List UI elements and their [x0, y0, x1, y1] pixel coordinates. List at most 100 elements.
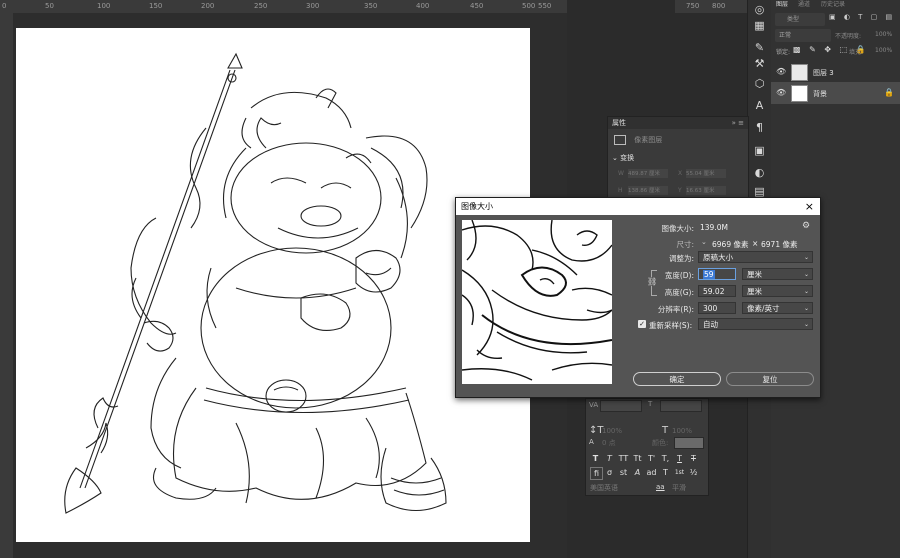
- ruler-tick: 300: [306, 2, 320, 10]
- height-unit-select[interactable]: 厘米 ⌄: [742, 285, 813, 297]
- h-field[interactable]: 138.86 厘米: [628, 186, 668, 195]
- width-unit-select[interactable]: 厘米 ⌄: [742, 268, 813, 280]
- type-icon[interactable]: A: [751, 98, 768, 114]
- resolution-input[interactable]: 300: [698, 302, 736, 314]
- stylistic-alternates-button[interactable]: ad: [646, 467, 657, 478]
- resample-select[interactable]: 自动 ⌄: [698, 318, 813, 330]
- fractions-button[interactable]: ½: [688, 467, 699, 478]
- image-preview[interactable]: [462, 220, 612, 384]
- horizontal-ruler: 0 50 100 150 200 250 300 350 400 450 500…: [0, 0, 567, 14]
- baseline-value[interactable]: 0 点: [602, 438, 616, 448]
- tracking-field[interactable]: [660, 400, 702, 412]
- horizontal-scale-value[interactable]: 100%: [672, 427, 692, 435]
- dialog-titlebar[interactable]: 图像大小 ×: [456, 198, 820, 215]
- image-size-dialog: 图像大小 × 图像大小: 139.0M ⚙ 尺寸: ⌄ 6969 像素 × 69: [455, 197, 821, 398]
- ligature-button[interactable]: fi: [590, 467, 603, 480]
- strikethrough-button[interactable]: T: [688, 453, 699, 464]
- kerning-field[interactable]: [600, 400, 642, 412]
- character-panel: VA T ↕T 100% T 100% A 0 点 颜色: T T TT Tt …: [585, 398, 709, 496]
- tab-history[interactable]: 历史记录: [821, 0, 845, 10]
- image-icon: [614, 135, 626, 145]
- anti-alias-select[interactable]: 平滑: [672, 483, 686, 493]
- gear-icon[interactable]: ⚙: [802, 221, 810, 231]
- vertical-scale-value[interactable]: 100%: [602, 427, 622, 435]
- old-style-button[interactable]: σ: [604, 467, 615, 478]
- y-field[interactable]: 16.63 厘米: [686, 186, 726, 195]
- language-select[interactable]: 美国英语: [590, 483, 618, 493]
- ruler-tick: 200: [201, 2, 215, 10]
- properties-header[interactable]: 属性 » ≡: [608, 117, 748, 129]
- baseline-label: A: [589, 438, 594, 446]
- opacity-label: 不透明度:: [835, 33, 862, 40]
- eye-icon[interactable]: 👁: [776, 88, 786, 97]
- color-icon[interactable]: ◐: [751, 165, 768, 181]
- layer-name: 背景: [813, 90, 827, 98]
- resolution-unit-select[interactable]: 像素/英寸 ⌄: [742, 302, 813, 314]
- chevron-down-icon[interactable]: ⌄: [701, 238, 707, 246]
- width-input[interactable]: 59: [698, 268, 736, 280]
- superscript-button[interactable]: T': [646, 453, 657, 464]
- reset-button[interactable]: 复位: [726, 372, 814, 386]
- document-icon[interactable]: ▣: [751, 143, 768, 159]
- image-size-value: 139.0M: [700, 223, 728, 232]
- collapse-icon[interactable]: » ≡: [732, 117, 744, 129]
- underline-button[interactable]: T: [674, 453, 685, 464]
- x-label: X: [678, 170, 683, 177]
- ruler-tick: 450: [470, 2, 484, 10]
- resample-label: 重新采样(S):: [649, 321, 693, 330]
- resolution-unit: 像素/英寸: [747, 304, 780, 313]
- fit-to-label: 调整为:: [668, 254, 694, 263]
- small-caps-button[interactable]: Tt: [632, 453, 643, 464]
- resolution-label: 分辨率(R):: [657, 305, 694, 314]
- height-label: 高度(G):: [664, 288, 694, 297]
- titling-button[interactable]: T: [660, 467, 671, 478]
- ok-button[interactable]: 确定: [633, 372, 721, 386]
- tab-layers[interactable]: 图层: [776, 0, 788, 10]
- layer-row[interactable]: 👁 图层 3: [771, 61, 900, 83]
- brush-icon[interactable]: ✎: [751, 40, 768, 56]
- w-field[interactable]: 489.87 厘米: [628, 169, 668, 178]
- close-icon[interactable]: ×: [800, 198, 814, 215]
- dimensions-height: 6971 像素: [761, 240, 798, 249]
- bold-button[interactable]: T: [590, 453, 601, 464]
- swash-button[interactable]: A: [632, 467, 643, 478]
- chevron-down-icon: ⌄: [803, 321, 809, 328]
- blend-mode-select[interactable]: 正常: [775, 29, 831, 42]
- fill-value[interactable]: 100%: [875, 47, 892, 54]
- discretionary-ligature-button[interactable]: st: [618, 467, 629, 478]
- layer-thumbnail: [791, 64, 808, 81]
- eye-icon[interactable]: ◎: [751, 2, 768, 18]
- ordinals-button[interactable]: 1st: [674, 467, 685, 478]
- layer-filter[interactable]: 类型: [775, 13, 825, 26]
- italic-button[interactable]: T: [604, 453, 615, 464]
- height-input[interactable]: 59.02: [698, 285, 736, 297]
- document-canvas[interactable]: [16, 28, 530, 542]
- resample-checkbox[interactable]: ✓: [638, 320, 646, 328]
- all-caps-button[interactable]: TT: [618, 453, 629, 464]
- cube-icon[interactable]: ⬡: [751, 76, 768, 92]
- color-swatch[interactable]: [674, 437, 704, 449]
- chevron-down-icon: ⌄: [803, 288, 809, 295]
- chevron-down-icon: ⌄: [803, 254, 809, 261]
- transform-label: 变换: [620, 154, 635, 162]
- height-value: 59.02: [703, 287, 725, 296]
- opacity-value[interactable]: 100%: [875, 31, 892, 38]
- fit-to-select[interactable]: 原稿大小 ⌄: [698, 251, 813, 263]
- transform-section[interactable]: ⌄ 变换: [612, 153, 634, 163]
- x-field[interactable]: 55.04 厘米: [686, 169, 726, 178]
- subscript-button[interactable]: T,: [660, 453, 671, 464]
- pixel-layer-row: 像素图层: [614, 135, 662, 145]
- layer-name: 图层 3: [813, 69, 834, 77]
- tab-channels[interactable]: 通道: [798, 0, 810, 10]
- filter-icons[interactable]: ▣ ◐ T ▢ ▤: [829, 13, 895, 21]
- y-label: Y: [678, 187, 682, 194]
- lock-label: 锁定:: [776, 49, 791, 56]
- adjust-icon[interactable]: ⚒: [751, 56, 768, 72]
- chevron-down-icon: ⌄: [803, 305, 809, 312]
- grid-icon[interactable]: ▦: [751, 18, 768, 34]
- width-unit: 厘米: [747, 270, 762, 279]
- paragraph-icon[interactable]: ¶: [751, 120, 768, 136]
- vertical-ruler: [0, 13, 13, 558]
- layer-row[interactable]: 👁 背景 🔒: [771, 82, 900, 104]
- eye-icon[interactable]: 👁: [776, 67, 786, 76]
